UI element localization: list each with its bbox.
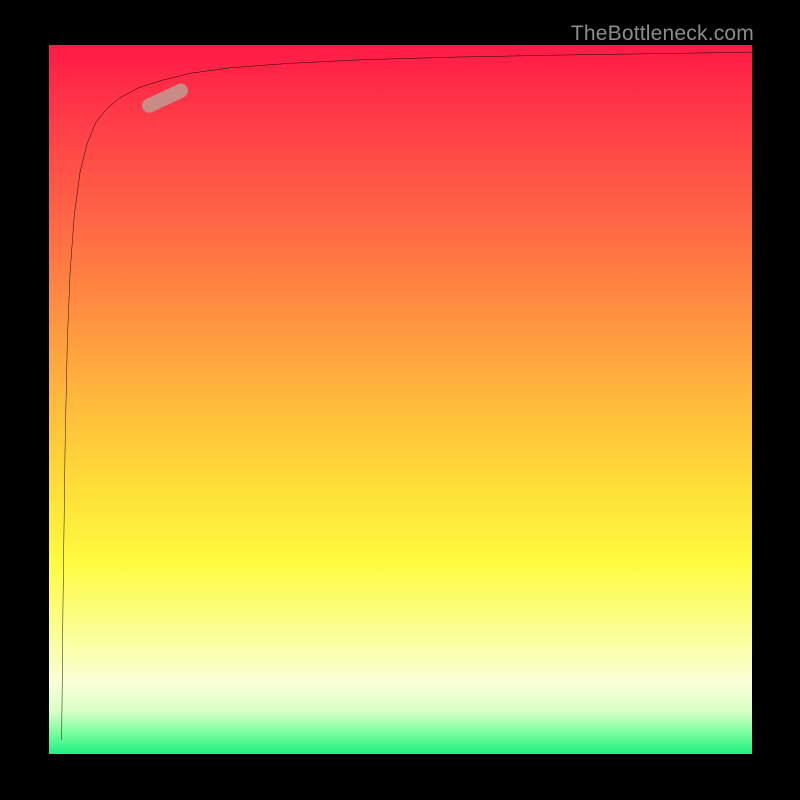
curve-layer xyxy=(49,45,752,754)
plot-area xyxy=(49,45,752,754)
chart-stage: TheBottleneck.com xyxy=(0,0,800,800)
marker-capsule xyxy=(140,81,191,115)
marker-highlight xyxy=(140,81,191,115)
curve-path xyxy=(62,52,752,740)
watermark-text: TheBottleneck.com xyxy=(571,22,754,46)
